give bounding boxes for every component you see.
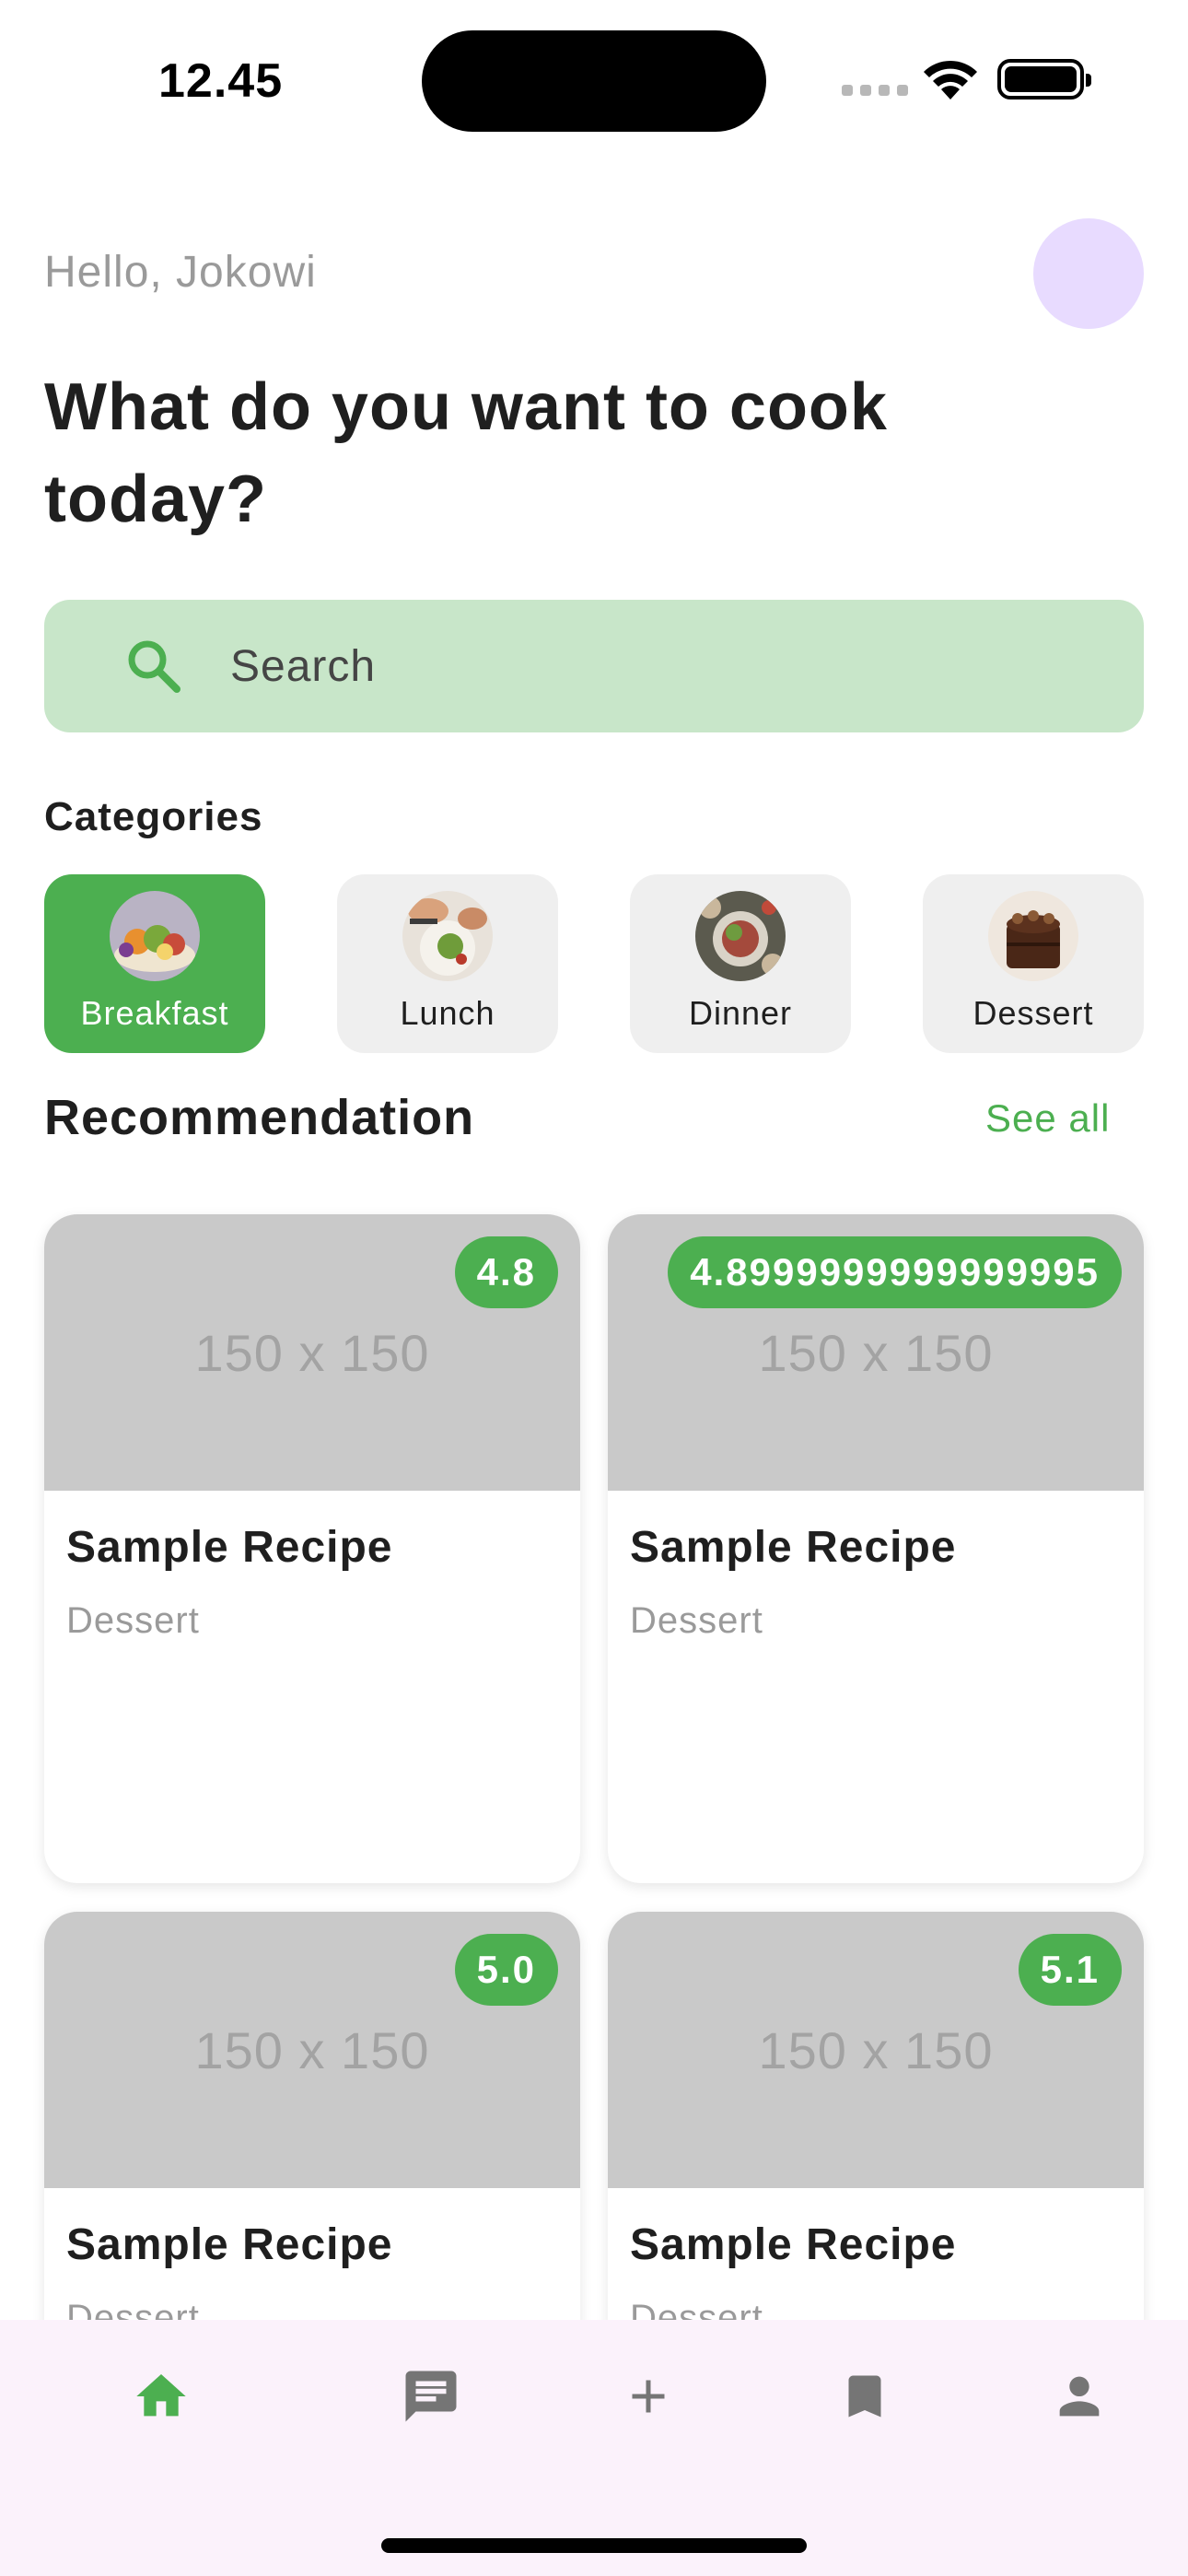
recipe-title: Sample Recipe — [66, 2220, 393, 2269]
dynamic-island — [422, 30, 766, 132]
image-placeholder-text: 150 x 150 — [194, 2020, 430, 2079]
recipe-card[interactable]: 150 x 150 4.8 Sample Recipe Dessert — [44, 1214, 580, 1883]
wifi-icon — [924, 60, 977, 100]
breakfast-image — [110, 891, 200, 981]
category-lunch[interactable]: Lunch — [337, 874, 558, 1053]
recipe-card[interactable]: 150 x 150 4.8999999999999995 Sample Reci… — [608, 1214, 1144, 1883]
recipe-title: Sample Recipe — [66, 1523, 393, 1572]
search-placeholder: Search — [230, 641, 377, 691]
categories-title: Categories — [44, 794, 263, 839]
cellular-signal-icon — [842, 85, 908, 96]
page-title: What do you want to cook today? — [44, 370, 888, 536]
status-time: 12.45 — [158, 54, 284, 108]
rating-badge: 5.1 — [1018, 1934, 1122, 2006]
lunch-image — [402, 891, 493, 981]
category-label: Dinner — [688, 994, 793, 1032]
recipe-image: 150 x 150 4.8 — [44, 1214, 580, 1491]
dinner-image — [695, 891, 786, 981]
search-icon — [128, 640, 181, 693]
profile-icon — [1059, 2376, 1100, 2417]
recipe-image: 150 x 150 4.8999999999999995 — [608, 1214, 1144, 1491]
recommendation-title: Recommendation — [44, 1090, 475, 1145]
image-placeholder-text: 150 x 150 — [194, 1323, 430, 1382]
rating-badge: 5.0 — [454, 1934, 558, 2006]
nav-profile[interactable] — [1047, 2364, 1112, 2429]
search-bar[interactable]: Search — [44, 600, 1144, 732]
avatar[interactable] — [1033, 218, 1144, 329]
category-label: Dessert — [973, 994, 1094, 1032]
recipe-category: Dessert — [66, 1600, 200, 1641]
home-indicator[interactable] — [381, 2538, 807, 2553]
recipe-category: Dessert — [630, 1600, 763, 1641]
category-dinner[interactable]: Dinner — [630, 874, 851, 1053]
category-breakfast[interactable]: Breakfast — [44, 874, 265, 1053]
recipe-image: 150 x 150 5.1 — [608, 1912, 1144, 2188]
nav-home[interactable] — [129, 2364, 193, 2429]
category-label: Lunch — [400, 994, 495, 1032]
see-all-link[interactable]: See all — [985, 1096, 1110, 1141]
recipe-image: 150 x 150 5.0 — [44, 1912, 580, 2188]
rating-badge: 4.8 — [454, 1236, 558, 1308]
chat-icon — [405, 2371, 457, 2422]
add-icon — [632, 2380, 665, 2413]
battery-icon — [997, 59, 1091, 100]
app-screen: 12.45 Hello, Jokowi What do you want to … — [0, 0, 1188, 2576]
rating-badge: 4.8999999999999995 — [668, 1236, 1122, 1308]
image-placeholder-text: 150 x 150 — [758, 1323, 994, 1382]
nav-bookmark[interactable] — [833, 2364, 897, 2429]
recipe-title: Sample Recipe — [630, 1523, 957, 1572]
home-icon — [136, 2374, 186, 2417]
bookmark-icon — [848, 2375, 881, 2418]
category-dessert[interactable]: Dessert — [923, 874, 1144, 1053]
nav-chat[interactable] — [399, 2364, 463, 2429]
greeting-text: Hello, Jokowi — [44, 248, 317, 297]
recipe-title: Sample Recipe — [630, 2220, 957, 2269]
category-label: Breakfast — [80, 994, 229, 1032]
nav-add[interactable] — [616, 2364, 681, 2429]
image-placeholder-text: 150 x 150 — [758, 2020, 994, 2079]
dessert-image — [988, 891, 1078, 981]
